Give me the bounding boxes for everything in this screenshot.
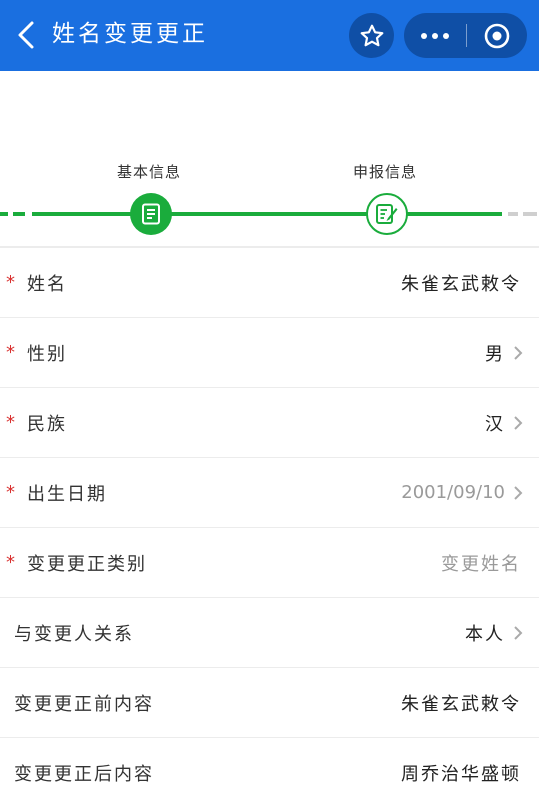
required-mark: *	[6, 412, 15, 433]
form-row-birthdate[interactable]: * 出生日期 2001/09/10	[0, 458, 539, 528]
chevron-right-icon	[514, 486, 523, 500]
more-button[interactable]	[404, 13, 466, 58]
close-button[interactable]	[467, 13, 527, 58]
field-value: 2001/09/10	[401, 482, 505, 503]
form-row-ethnicity[interactable]: * 民族 汉	[0, 388, 539, 458]
field-value: 本人	[465, 623, 505, 645]
chevron-right-icon	[514, 416, 523, 430]
track-lead-dashes	[0, 212, 25, 216]
chevron-right-icon	[514, 346, 523, 360]
field-value: 朱雀玄武敕令	[401, 693, 521, 715]
track-tail-dashes	[508, 212, 537, 216]
chevron-right-icon	[514, 626, 523, 640]
form-row-change-type: * 变更更正类别 变更姓名	[0, 528, 539, 598]
favorite-button[interactable]	[349, 13, 394, 58]
form-row-gender[interactable]: * 性别 男	[0, 318, 539, 388]
step-label-declare: 申报信息	[352, 163, 417, 181]
top-bar: 姓名变更更正	[0, 0, 539, 71]
required-mark: *	[6, 482, 15, 503]
miniapp-capsule	[404, 13, 527, 58]
field-label: 变更更正后内容	[14, 764, 154, 785]
back-button[interactable]	[8, 16, 44, 54]
required-mark: *	[6, 342, 15, 363]
step-label-basic: 基本信息	[116, 163, 181, 181]
form-row-before-content: 变更更正前内容 朱雀玄武敕令	[0, 668, 539, 738]
field-value: 朱雀玄武敕令	[401, 273, 521, 295]
field-value: 男	[485, 343, 505, 365]
chevron-left-icon	[18, 21, 34, 49]
required-mark: *	[6, 552, 15, 573]
form-row-relation[interactable]: 与变更人关系 本人	[0, 598, 539, 668]
edit-form-icon	[376, 204, 398, 224]
field-label: 出生日期	[27, 483, 107, 505]
star-icon	[360, 24, 383, 46]
field-label: 变更更正前内容	[14, 693, 154, 715]
step-basic[interactable]	[130, 193, 172, 235]
form-row-name: * 姓名 朱雀玄武敕令	[0, 248, 539, 318]
field-value: 变更姓名	[441, 553, 521, 575]
field-label: 性别	[27, 343, 67, 365]
field-label: 变更更正类别	[27, 553, 147, 575]
progress-steps: 基本信息 申报信息	[0, 71, 539, 247]
form-row-after-content[interactable]: 变更更正后内容 周乔治华盛顿	[0, 738, 539, 797]
document-icon	[142, 203, 160, 225]
progress-track	[32, 212, 502, 216]
field-label: 与变更人关系	[14, 623, 134, 645]
info-form: * 姓名 朱雀玄武敕令 * 性别 男 * 民族 汉 * 出生日期 2001/09…	[0, 248, 539, 797]
field-label: 民族	[27, 413, 67, 435]
step-declare[interactable]	[366, 193, 408, 235]
field-value: 周乔治华盛顿	[401, 764, 521, 785]
page-title: 姓名变更更正	[52, 21, 208, 47]
target-close-icon	[484, 23, 510, 48]
required-mark: *	[6, 272, 15, 293]
more-dots-icon	[421, 32, 449, 39]
field-label: 姓名	[27, 273, 67, 295]
field-value: 汉	[485, 413, 505, 435]
